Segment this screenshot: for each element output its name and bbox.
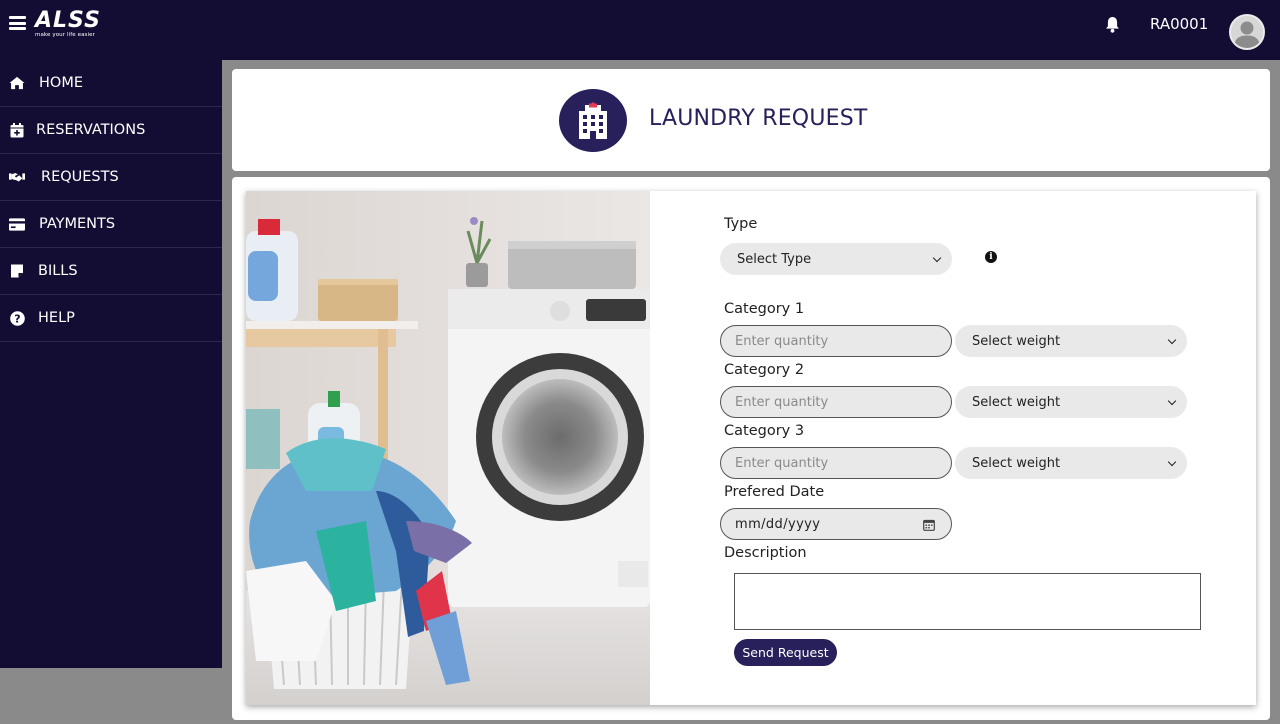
user-silhouette-icon bbox=[1234, 21, 1260, 48]
sidebar-item-reservations[interactable]: RESERVATIONS bbox=[0, 107, 222, 154]
weight-select-value: Select weight bbox=[972, 455, 1061, 471]
weight-select-value: Select weight bbox=[972, 333, 1061, 349]
quantity-placeholder: Enter quantity bbox=[735, 455, 829, 471]
description-label: Description bbox=[724, 545, 807, 561]
credit-card-icon bbox=[9, 216, 25, 232]
type-label: Type bbox=[724, 216, 758, 232]
category-3-quantity-input[interactable]: Enter quantity bbox=[720, 447, 952, 479]
info-icon[interactable]: i bbox=[985, 251, 997, 263]
home-icon bbox=[9, 75, 25, 91]
bell-icon[interactable] bbox=[1104, 16, 1121, 34]
sidebar-item-bills[interactable]: BILLS bbox=[0, 248, 222, 295]
category-2-quantity-input[interactable]: Enter quantity bbox=[720, 386, 952, 418]
send-request-button[interactable]: Send Request bbox=[734, 639, 837, 666]
category-3-label: Category 3 bbox=[724, 423, 805, 439]
svg-text:?: ? bbox=[14, 312, 20, 325]
quantity-placeholder: Enter quantity bbox=[735, 333, 829, 349]
category-3-weight-select[interactable]: Select weight bbox=[955, 447, 1187, 479]
category-1-quantity-input[interactable]: Enter quantity bbox=[720, 325, 952, 357]
weight-select-value: Select weight bbox=[972, 394, 1061, 410]
user-id[interactable]: RA0001 bbox=[1150, 15, 1208, 33]
sidebar-item-label: REQUESTS bbox=[41, 169, 119, 185]
note-icon bbox=[9, 263, 25, 279]
laundry-request-card: Type Select Type i Category 1 Enter quan… bbox=[246, 191, 1256, 705]
preferred-date-label: Prefered Date bbox=[724, 484, 825, 500]
category-2-label: Category 2 bbox=[724, 362, 805, 378]
type-select[interactable]: Select Type bbox=[720, 243, 952, 275]
logo-tagline: make your life easier bbox=[35, 32, 95, 38]
preferred-date-input[interactable]: mm/dd/yyyy bbox=[720, 508, 952, 540]
app-logo[interactable]: ALSS make your life easier bbox=[35, 10, 101, 39]
type-select-value: Select Type bbox=[737, 251, 812, 267]
sidebar-item-label: PAYMENTS bbox=[39, 216, 116, 232]
hamburger-menu-icon[interactable] bbox=[9, 16, 26, 30]
building-icon bbox=[559, 89, 627, 152]
sidebar-item-requests[interactable]: REQUESTS bbox=[0, 154, 222, 201]
description-textarea[interactable] bbox=[734, 573, 1201, 630]
laundry-photo bbox=[246, 191, 650, 705]
main-content: Type Select Type i Category 1 Enter quan… bbox=[232, 177, 1270, 720]
sidebar-item-label: BILLS bbox=[38, 263, 78, 279]
calendar-icon bbox=[9, 122, 25, 138]
date-placeholder: mm/dd/yyyy bbox=[735, 516, 821, 532]
page-title: LAUNDRY REQUEST bbox=[649, 106, 868, 131]
sidebar-item-label: RESERVATIONS bbox=[36, 122, 146, 138]
question-circle-icon: ? bbox=[9, 310, 25, 326]
quantity-placeholder: Enter quantity bbox=[735, 394, 829, 410]
page-header: LAUNDRY REQUEST bbox=[232, 69, 1270, 171]
handshake-icon bbox=[9, 169, 25, 185]
category-1-label: Category 1 bbox=[724, 301, 805, 317]
sidebar-item-label: HOME bbox=[39, 75, 83, 91]
avatar[interactable] bbox=[1229, 14, 1265, 50]
sidebar: HOME RESERVATIONS REQUESTS PAYMENTS BILL… bbox=[0, 60, 222, 668]
sidebar-item-label: HELP bbox=[38, 310, 75, 326]
sidebar-item-payments[interactable]: PAYMENTS bbox=[0, 201, 222, 248]
category-1-weight-select[interactable]: Select weight bbox=[955, 325, 1187, 357]
calendar-picker-icon[interactable] bbox=[923, 519, 935, 531]
top-navbar: ALSS make your life easier RA0001 bbox=[0, 0, 1280, 60]
logo-text: ALSS bbox=[35, 8, 101, 33]
category-2-weight-select[interactable]: Select weight bbox=[955, 386, 1187, 418]
sidebar-item-home[interactable]: HOME bbox=[0, 60, 222, 107]
sidebar-item-help[interactable]: ? HELP bbox=[0, 295, 222, 342]
